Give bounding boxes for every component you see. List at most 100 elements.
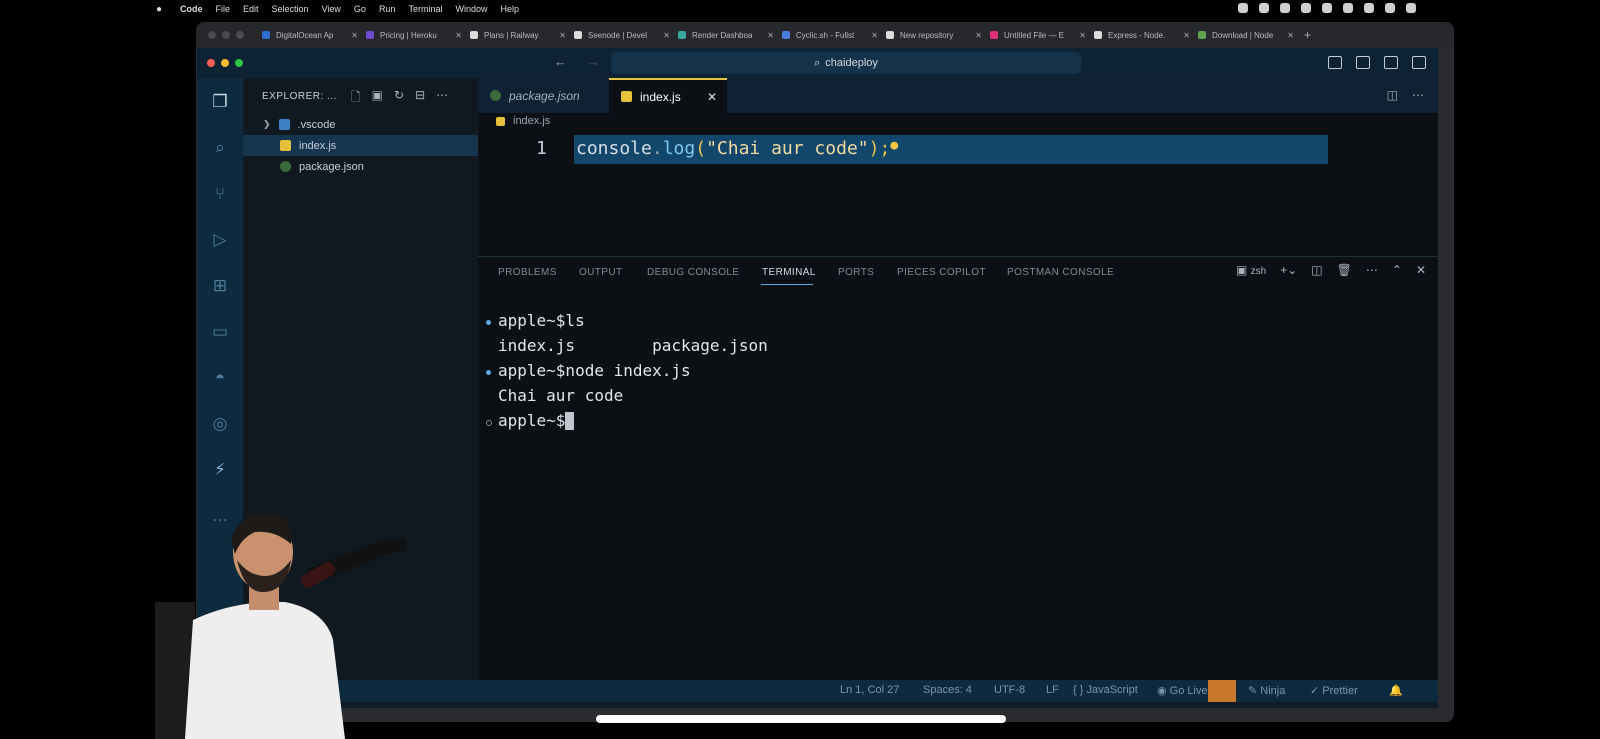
close-tab-icon[interactable]: ✕ [663, 31, 670, 40]
menu-terminal[interactable]: Terminal [408, 4, 442, 14]
more-actions-icon[interactable]: ⋯ [1412, 88, 1424, 102]
tray-icon[interactable] [1238, 3, 1248, 13]
menu-run[interactable]: Run [379, 4, 396, 14]
run-debug-icon[interactable]: ▷ [210, 230, 230, 250]
refresh-icon[interactable]: ↻ [394, 88, 404, 109]
close-tab-icon[interactable]: ✕ [1183, 31, 1190, 40]
maximize-panel-icon[interactable]: ⌃ [1392, 263, 1402, 277]
thunder-client-icon[interactable]: ⚡ [210, 460, 230, 480]
browser-tab[interactable]: Pricing | Heroku ✕ [362, 31, 466, 40]
browser-tab[interactable]: Seenode | Devel ✕ [570, 31, 674, 40]
remote-explorer-icon[interactable]: ▭ [210, 322, 230, 342]
close-tab-icon[interactable]: ✕ [351, 31, 358, 40]
new-folder-icon[interactable]: ▣ [372, 88, 383, 109]
apple-icon[interactable]: ● [156, 4, 166, 15]
browser-tab[interactable]: Cyclic.sh - Fullst ✕ [778, 31, 882, 40]
new-tab-icon[interactable]: + [1304, 28, 1311, 42]
tree-item-index-js[interactable]: index.js [243, 135, 515, 156]
close-tab-icon[interactable]: ✕ [559, 31, 566, 40]
close-panel-icon[interactable]: ✕ [1416, 263, 1426, 277]
collapse-all-icon[interactable]: ⊟ [415, 88, 425, 109]
tree-item-vscode-folder[interactable]: ❯ .vscode [243, 114, 498, 135]
panel-tab-pieces-copilot[interactable]: PIECES COPILOT [897, 267, 986, 278]
control-center-icon[interactable] [1385, 3, 1395, 13]
browser-tab[interactable]: Untitled File — E ✕ [986, 31, 1090, 40]
browser-tab[interactable]: Download | Node ✕ [1194, 31, 1298, 40]
toggle-primary-sidebar-icon[interactable] [1328, 56, 1342, 69]
forward-arrow-icon[interactable]: → [587, 54, 600, 69]
close-tab-icon[interactable]: ✕ [1079, 31, 1086, 40]
pieces-icon[interactable]: ◎ [210, 414, 230, 434]
close-tab-icon[interactable]: ✕ [707, 90, 717, 104]
customize-layout-icon[interactable] [1412, 56, 1426, 69]
docker-icon[interactable]: ◓ [210, 368, 230, 388]
close-tab-icon[interactable]: ✕ [871, 31, 878, 40]
close-tab-icon[interactable]: ✕ [1287, 31, 1294, 40]
toggle-panel-icon[interactable] [1356, 56, 1370, 69]
tray-icon[interactable] [1259, 3, 1269, 13]
panel-tab-ports[interactable]: PORTS [838, 267, 874, 278]
back-arrow-icon[interactable]: ← [554, 54, 567, 69]
toggle-secondary-sidebar-icon[interactable] [1384, 56, 1398, 69]
tray-icon[interactable] [1322, 3, 1332, 13]
wifi-icon[interactable] [1364, 3, 1374, 13]
more-actions-icon[interactable]: ⋯ [1366, 263, 1378, 277]
lightbulb-icon[interactable]: ● [890, 138, 898, 153]
code-line[interactable]: console.log("Chai aur code");● [576, 138, 898, 159]
go-live-button[interactable]: ◉ Go Live [1157, 684, 1208, 697]
tray-icon[interactable] [1280, 3, 1290, 13]
menu-app-name[interactable]: Code [180, 4, 203, 14]
browser-tab[interactable]: DigitalOcean Ap ✕ [258, 31, 362, 40]
search-view-icon[interactable]: ⌕ [210, 138, 230, 158]
tree-item-package-json[interactable]: package.json [243, 156, 515, 177]
minimize-window-button[interactable] [221, 59, 229, 67]
ninja-status[interactable]: ✎ Ninja [1248, 684, 1285, 697]
source-control-icon[interactable]: ⑂ [210, 184, 230, 204]
extensions-icon[interactable]: ⊞ [210, 276, 230, 296]
tray-icon[interactable] [1343, 3, 1353, 13]
explorer-icon[interactable]: ❐ [210, 92, 230, 112]
menu-file[interactable]: File [216, 4, 231, 14]
menu-window[interactable]: Window [455, 4, 487, 14]
new-file-icon[interactable]: 🗋 [351, 88, 361, 109]
new-terminal-icon[interactable]: +⌄ [1280, 263, 1297, 277]
panel-tab-output[interactable]: OUTPUT [579, 267, 623, 278]
siri-icon[interactable] [1406, 3, 1416, 13]
notifications-bell-icon[interactable]: 🔔 [1389, 684, 1403, 697]
more-actions-icon[interactable]: ⋯ [436, 88, 448, 109]
browser-tab[interactable]: Plans | Railway ✕ [466, 31, 570, 40]
menu-help[interactable]: Help [500, 4, 519, 14]
tray-icon[interactable] [1301, 3, 1311, 13]
panel-tab-terminal[interactable]: TERMINAL [762, 267, 816, 278]
panel-tab-problems[interactable]: PROBLEMS [498, 267, 557, 278]
menu-selection[interactable]: Selection [272, 4, 309, 14]
close-window-button[interactable] [207, 59, 215, 67]
close-tab-icon[interactable]: ✕ [767, 31, 774, 40]
close-tab-icon[interactable]: ✕ [975, 31, 982, 40]
editor-tab-index-js[interactable]: index.js ✕ [609, 78, 727, 113]
prettier-status[interactable]: ✓ Prettier [1310, 684, 1358, 697]
copilot-icon[interactable] [1208, 680, 1236, 702]
panel-tab-postman-console[interactable]: POSTMAN CONSOLE [1007, 267, 1114, 278]
indentation-setting[interactable]: Spaces: 4 [923, 684, 972, 696]
breadcrumb-file[interactable]: index.js [513, 115, 550, 127]
browser-tab[interactable]: Express - Node. ✕ [1090, 31, 1194, 40]
browser-tab[interactable]: Render Dashboa ✕ [674, 31, 778, 40]
browser-tab[interactable]: New repository ✕ [882, 31, 986, 40]
command-center[interactable]: ⌕ chaideploy [611, 52, 1081, 74]
language-mode[interactable]: { } JavaScript [1073, 684, 1138, 696]
menu-edit[interactable]: Edit [243, 4, 259, 14]
split-terminal-icon[interactable]: ◫ [1311, 263, 1322, 277]
terminal-prompt[interactable]: apple~$ [498, 411, 575, 430]
eol-setting[interactable]: LF [1046, 684, 1059, 696]
menu-go[interactable]: Go [354, 4, 366, 14]
split-editor-icon[interactable]: ◫ [1387, 88, 1398, 102]
trash-icon[interactable]: 🗑 [1337, 263, 1352, 277]
zoom-window-button[interactable] [235, 59, 243, 67]
editor-tab-package-json[interactable]: package.json [478, 78, 621, 113]
close-tab-icon[interactable]: ✕ [455, 31, 462, 40]
panel-tab-debug-console[interactable]: DEBUG CONSOLE [647, 267, 739, 278]
cursor-position[interactable]: Ln 1, Col 27 [840, 684, 899, 696]
menu-view[interactable]: View [322, 4, 341, 14]
terminal-shell-selector[interactable]: ▣ zsh [1236, 263, 1266, 277]
